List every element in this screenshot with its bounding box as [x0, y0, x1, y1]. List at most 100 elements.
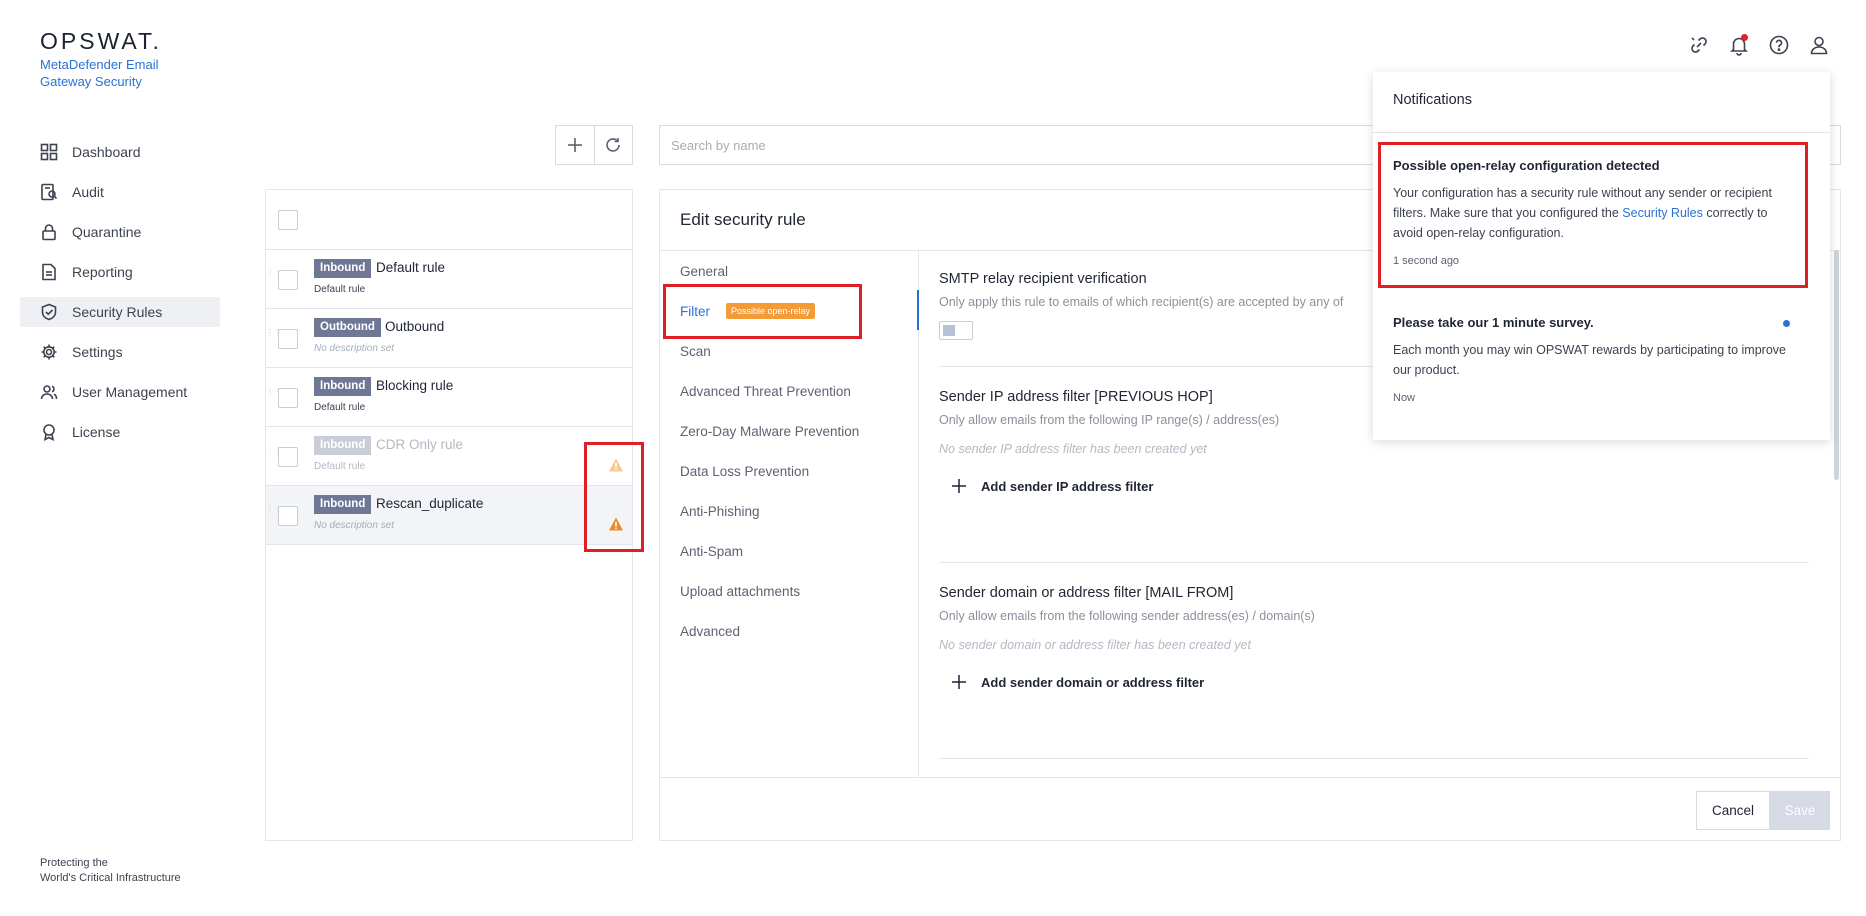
- gear-icon: [41, 344, 57, 360]
- sidebar-item-security-rules[interactable]: Security Rules: [20, 297, 220, 327]
- users-icon: [40, 385, 58, 400]
- row-checkbox[interactable]: [278, 388, 298, 408]
- footer-tagline: Protecting the World's Critical Infrastr…: [40, 856, 181, 886]
- help-icon[interactable]: [1768, 34, 1790, 56]
- content-scrollbar[interactable]: [1834, 250, 1839, 480]
- sidebar-item-label: Reporting: [72, 264, 133, 280]
- tab-anti-spam[interactable]: Anti-Spam: [660, 531, 918, 571]
- open-relay-badge: Possible open-relay: [726, 303, 816, 319]
- top-toolbar: [1688, 34, 1830, 56]
- tab-anti-phishing[interactable]: Anti-Phishing: [660, 491, 918, 531]
- section-title: Sender domain or address filter [MAIL FR…: [939, 585, 1234, 601]
- sidebar-item-label: Quarantine: [72, 224, 142, 240]
- tab-upload-attachments[interactable]: Upload attachments: [660, 571, 918, 611]
- main-nav: Dashboard Audit Quarantine Reporting Sec…: [20, 137, 220, 457]
- award-icon: [43, 424, 55, 441]
- row-checkbox[interactable]: [278, 329, 298, 349]
- cancel-button[interactable]: Cancel: [1696, 791, 1770, 830]
- tab-label: Zero-Day Malware Prevention: [680, 423, 860, 439]
- tab-advanced[interactable]: Advanced: [660, 611, 918, 651]
- add-sender-domain-filter-button[interactable]: Add sender domain or address filter: [951, 674, 1809, 690]
- grid-icon: [40, 143, 58, 161]
- toggle-knob: [943, 325, 955, 336]
- drag-handle-icon[interactable]: ⋮⋮: [266, 388, 282, 400]
- row-checkbox[interactable]: [278, 270, 298, 290]
- page-title: Edit security rule: [680, 210, 806, 229]
- tab-label: Advanced Threat Prevention: [680, 383, 851, 399]
- link-icon[interactable]: [1688, 34, 1710, 56]
- row-checkbox[interactable]: [278, 447, 298, 467]
- opswat-logo[interactable]: OPSWAT.: [40, 28, 162, 55]
- security-rules-link[interactable]: Security Rules: [1622, 206, 1703, 220]
- section-description: Only allow emails from the following sen…: [939, 609, 1315, 623]
- drag-handle-icon[interactable]: ⋮⋮: [266, 506, 282, 518]
- rule-description: Default rule: [314, 402, 366, 413]
- tab-data-loss-prevention[interactable]: Data Loss Prevention: [660, 451, 918, 491]
- divider: [1373, 132, 1830, 133]
- table-row[interactable]: ⋮⋮ Inbound Blocking rule Default rule: [266, 368, 632, 427]
- user-icon[interactable]: [1808, 34, 1830, 56]
- add-button-label: Add sender domain or address filter: [981, 674, 1205, 690]
- empty-state: No sender domain or address filter has b…: [939, 638, 1251, 652]
- notification-title: Possible open-relay configuration detect…: [1393, 158, 1660, 173]
- select-all-checkbox[interactable]: [278, 210, 298, 230]
- notification-body: Your configuration has a security rule w…: [1393, 183, 1798, 243]
- tab-scan[interactable]: Scan: [660, 331, 918, 371]
- notification-title: Please take our 1 minute survey.: [1393, 315, 1594, 330]
- sidebar-item-license[interactable]: License: [20, 417, 220, 447]
- rule-tabs: General Filter Possible open-relay Scan …: [660, 251, 919, 777]
- rules-list: ⋮⋮ Inbound Default rule Default rule ⋮⋮ …: [265, 189, 633, 841]
- refresh-icon: [606, 138, 621, 152]
- rule-description: Default rule: [314, 461, 366, 472]
- rules-list-header: [266, 190, 632, 250]
- notification-item[interactable]: Possible open-relay configuration detect…: [1393, 158, 1798, 267]
- table-row[interactable]: ⋮⋮ Inbound Rescan_duplicate No descripti…: [266, 486, 632, 545]
- table-row[interactable]: ⋮⋮ Outbound Outbound No description set: [266, 309, 632, 368]
- warning-icon: [609, 517, 623, 531]
- rule-description: No description set: [314, 520, 395, 531]
- sidebar-item-user-management[interactable]: User Management: [20, 377, 220, 407]
- sidebar-item-audit[interactable]: Audit: [20, 177, 220, 207]
- tab-zero-day-malware-prevention[interactable]: Zero-Day Malware Prevention: [660, 411, 918, 451]
- table-row[interactable]: ⋮⋮ Inbound CDR Only rule Default rule: [266, 427, 632, 486]
- add-sender-ip-filter-button[interactable]: Add sender IP address filter: [951, 478, 1809, 494]
- drag-handle-icon[interactable]: ⋮⋮: [266, 329, 282, 341]
- save-button[interactable]: Save: [1770, 791, 1830, 830]
- sidebar-item-label: Dashboard: [72, 144, 141, 160]
- rule-description: No description set: [314, 343, 395, 354]
- tab-filter[interactable]: Filter Possible open-relay: [660, 291, 918, 331]
- drag-handle-icon[interactable]: ⋮⋮: [266, 270, 282, 282]
- tagline-line: World's Critical Infrastructure: [40, 872, 181, 884]
- divider: [939, 758, 1809, 759]
- add-rule-button[interactable]: [556, 126, 594, 164]
- tab-general[interactable]: General: [660, 251, 918, 291]
- row-checkbox[interactable]: [278, 506, 298, 526]
- drag-handle-icon[interactable]: ⋮⋮: [266, 447, 282, 459]
- rule-description: Default rule: [314, 284, 366, 295]
- sidebar-item-quarantine[interactable]: Quarantine: [20, 217, 220, 247]
- table-row[interactable]: ⋮⋮ Inbound Default rule Default rule: [266, 250, 632, 309]
- rule-name: Default rule: [376, 260, 446, 275]
- bell-icon[interactable]: [1728, 34, 1750, 56]
- notification-dot: [1741, 34, 1748, 41]
- notification-item[interactable]: Please take our 1 minute survey. Each mo…: [1393, 315, 1798, 404]
- divider: [939, 562, 1809, 563]
- tab-label: Anti-Phishing: [680, 503, 760, 519]
- direction-badge: Inbound: [314, 377, 372, 396]
- product-name: MetaDefender Email Gateway Security: [40, 57, 159, 89]
- active-tab-indicator: [917, 290, 919, 330]
- direction-badge: Inbound: [314, 436, 372, 455]
- smtp-verification-toggle[interactable]: [939, 321, 973, 340]
- sidebar-item-dashboard[interactable]: Dashboard: [20, 137, 220, 167]
- sidebar-item-label: License: [72, 424, 121, 440]
- sidebar-item-settings[interactable]: Settings: [20, 337, 220, 367]
- refresh-button[interactable]: [593, 126, 632, 164]
- sidebar-item-label: Security Rules: [72, 304, 163, 320]
- rule-name: Outbound: [385, 319, 445, 334]
- sidebar-item-label: Settings: [72, 344, 123, 360]
- notifications-title: Notifications: [1393, 92, 1472, 108]
- sidebar-item-reporting[interactable]: Reporting: [20, 257, 220, 287]
- editor-footer: Cancel Save: [660, 777, 1840, 840]
- sidebar-item-label: Audit: [72, 184, 104, 200]
- tab-advanced-threat-prevention[interactable]: Advanced Threat Prevention: [660, 371, 918, 411]
